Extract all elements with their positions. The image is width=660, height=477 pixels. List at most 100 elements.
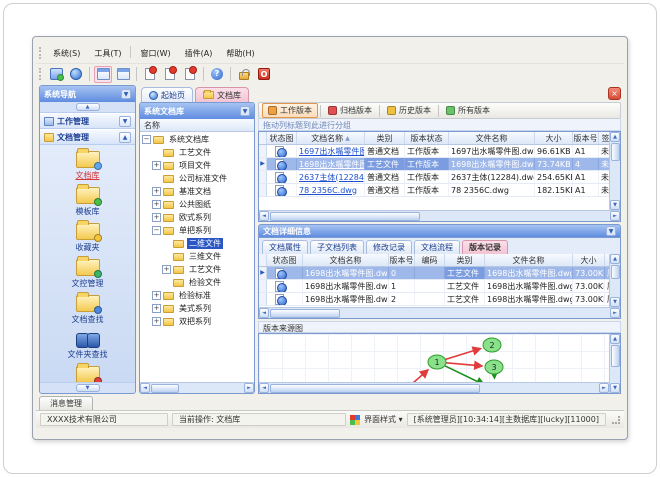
table-vscrollbar[interactable]: ▲ ▼: [609, 132, 620, 210]
sidebar-item-doc-search[interactable]: 文档查找: [72, 292, 104, 325]
close-tab-icon[interactable]: ×: [608, 87, 621, 100]
expand-icon[interactable]: +: [152, 291, 161, 300]
scroll-right-icon[interactable]: ►: [244, 383, 254, 393]
detail-tab-4[interactable]: 文档流程: [414, 240, 460, 254]
tree-column-header[interactable]: 名称: [140, 119, 254, 132]
doc-badge-icon-3[interactable]: [181, 66, 199, 83]
expand-icon[interactable]: +: [152, 304, 161, 313]
column-header-6[interactable]: 大小: [535, 132, 573, 144]
scroll-down-strip[interactable]: ▼: [40, 382, 135, 393]
tree-node[interactable]: − 系统文档库: [140, 133, 254, 146]
graph-hscrollbar[interactable]: ◄ ►: [259, 382, 609, 393]
exit-icon[interactable]: O: [255, 66, 273, 83]
pin-icon[interactable]: ▼: [606, 226, 616, 236]
column-header-8[interactable]: 签出状态: [599, 132, 610, 144]
column-header-3[interactable]: 版本号: [389, 254, 415, 266]
scroll-thumb[interactable]: [270, 308, 340, 318]
collapse-icon[interactable]: −: [152, 226, 161, 235]
detail-tab-5[interactable]: 版本记录: [462, 240, 508, 254]
menu-item-5[interactable]: 帮助(H): [219, 46, 261, 61]
column-header-2[interactable]: 文档名称 ▲: [297, 132, 365, 144]
tree-node[interactable]: + 基准文档: [140, 185, 254, 198]
interface-style-icon[interactable]: [47, 66, 65, 83]
graph-vscrollbar[interactable]: ▲ ▼: [609, 334, 620, 393]
tree-node[interactable]: 三维文件: [140, 250, 254, 263]
toolbar-grip[interactable]: [39, 68, 43, 80]
sidebar-group-2[interactable]: 文档管理 ▲: [40, 129, 135, 145]
detail-tab-2[interactable]: 子文档列表: [310, 240, 364, 254]
group-by-hint[interactable]: 拖动列标题到此进行分组: [258, 119, 621, 131]
interface-style-button[interactable]: 界面样式 ▾: [364, 414, 403, 425]
column-header-6[interactable]: 文件名称: [485, 254, 573, 266]
sidebar-item-doc-control[interactable]: 文控管理: [72, 256, 104, 289]
column-header-7[interactable]: 版本号: [573, 132, 599, 144]
sidebar-item-folder-search[interactable]: 文件夹查找: [68, 331, 108, 360]
tab-doc-library[interactable]: 文档库: [195, 87, 249, 102]
scroll-thumb[interactable]: [151, 383, 179, 393]
table-row[interactable]: 2637主体(12284).dwg普通文档工作版本2637主体(12284).d…: [259, 171, 609, 184]
tree-node[interactable]: + 检验标准: [140, 289, 254, 302]
column-header-3[interactable]: 类别: [365, 132, 405, 144]
scroll-down-icon[interactable]: ▼: [610, 297, 620, 307]
sidebar-item-favorites[interactable]: 收藏夹: [75, 220, 102, 253]
sidebar-group-1[interactable]: 工作管理 ▼: [40, 113, 135, 129]
resize-grip[interactable]: [612, 415, 620, 424]
menu-item-3[interactable]: 窗口(W): [133, 46, 177, 61]
collapse-icon[interactable]: −: [142, 135, 151, 144]
window-list-icon[interactable]: [114, 66, 132, 83]
scroll-down-icon[interactable]: ▼: [610, 383, 620, 393]
expand-icon[interactable]: +: [152, 187, 161, 196]
scroll-up-strip[interactable]: ▲: [40, 102, 135, 113]
menubar-grip[interactable]: [39, 47, 43, 59]
menu-item-4[interactable]: 插件(A): [178, 46, 220, 61]
table-row[interactable]: 1698出水嘴零件图.dwg2工艺文件1698出水嘴零件图.dwg73.00KB…: [259, 293, 609, 306]
tree-node[interactable]: 公司标准文件: [140, 172, 254, 185]
column-header-5[interactable]: 文件名称: [449, 132, 535, 144]
expand-icon[interactable]: +: [152, 200, 161, 209]
table-row[interactable]: 1698出水嘴零件图.dwg1工艺文件1698出水嘴零件图.dwg73.00KB…: [259, 280, 609, 293]
menu-item-2[interactable]: 工具(T): [87, 46, 128, 61]
version-button-2[interactable]: 归档版本: [323, 104, 377, 117]
scroll-left-icon[interactable]: ◄: [259, 383, 269, 393]
column-header-7[interactable]: 大小: [573, 254, 605, 266]
expand-icon[interactable]: +: [162, 265, 171, 274]
tab-message-management[interactable]: 消息管理: [39, 396, 93, 410]
tree-node[interactable]: + 欧式系列: [140, 211, 254, 224]
scroll-left-icon[interactable]: ◄: [140, 383, 150, 393]
chevron-up-icon[interactable]: ▲: [119, 131, 131, 143]
tab-start-page[interactable]: 起始页: [141, 87, 193, 102]
tree-node[interactable]: + 工艺文件: [140, 263, 254, 276]
tree-node[interactable]: 工艺文件: [140, 146, 254, 159]
column-header-5[interactable]: 类别: [445, 254, 485, 266]
tree-node[interactable]: 检验文件: [140, 276, 254, 289]
expand-icon[interactable]: +: [152, 317, 161, 326]
scroll-down-icon[interactable]: ▼: [610, 200, 620, 210]
chevron-down-icon[interactable]: ▼: [119, 115, 131, 127]
table-row[interactable]: 78 2356C.dwg 普通文档 工作版本 78 2356C.dwg 182.15KB…: [259, 184, 609, 197]
expand-icon[interactable]: +: [152, 213, 161, 222]
scroll-up-icon[interactable]: ▲: [610, 334, 620, 344]
tree-node[interactable]: − 单把系列: [140, 224, 254, 237]
doc-badge-icon-2[interactable]: [161, 66, 179, 83]
sidebar-item-checked-out-docs[interactable]: 签出的文档: [68, 363, 108, 382]
version-button-1[interactable]: 工作版本: [262, 103, 318, 118]
tree-node[interactable]: + 双把系列: [140, 315, 254, 328]
expand-icon[interactable]: +: [152, 161, 161, 170]
table-vscrollbar[interactable]: ▲ ▼: [609, 254, 620, 307]
table-hscrollbar[interactable]: ◄ ►: [259, 307, 620, 318]
scroll-right-icon[interactable]: ►: [599, 383, 609, 393]
scroll-thumb[interactable]: [610, 345, 620, 367]
table-row[interactable]: 1697出水嘴零件图.dwg普通文档工作版本1697出水嘴零件图.dwg96.6…: [259, 145, 609, 158]
pin-icon[interactable]: ▼: [240, 106, 250, 116]
table-hscrollbar[interactable]: ◄ ►: [259, 210, 620, 221]
lock-icon[interactable]: [235, 66, 253, 83]
column-header-4[interactable]: 编码: [415, 254, 445, 266]
scroll-thumb[interactable]: [270, 383, 480, 393]
scroll-thumb[interactable]: [610, 143, 620, 161]
doc-badge-icon-1[interactable]: [141, 66, 159, 83]
table-row[interactable]: ▶ 1698出水嘴零件图.dwg 0 工艺文件 1698出水嘴零件图.dwg 73.00K…: [259, 267, 609, 280]
sidebar-item-document-library[interactable]: 文档库: [75, 148, 102, 181]
version-graph[interactable]: 01234: [259, 334, 609, 382]
tree-node[interactable]: 二维文件: [140, 237, 254, 250]
detail-tab-3[interactable]: 修改记录: [366, 240, 412, 254]
